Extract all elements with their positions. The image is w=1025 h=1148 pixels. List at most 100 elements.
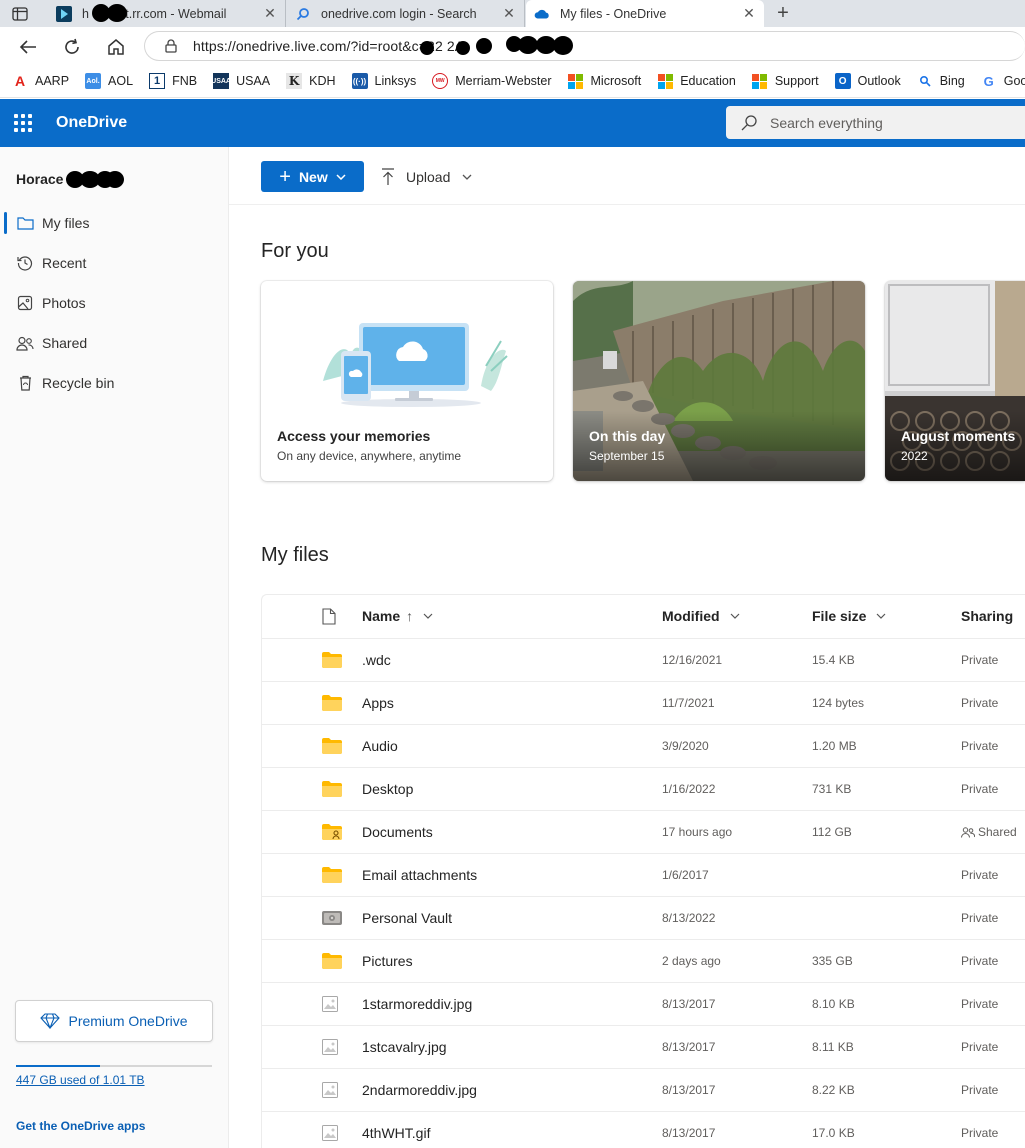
bookmark-aol[interactable]: Aol. AOL	[85, 73, 133, 89]
august-moments-card[interactable]: August moments 2022	[885, 281, 1025, 481]
file-name[interactable]: Pictures	[362, 953, 413, 969]
search-box[interactable]: Search everything	[726, 106, 1025, 139]
card-title: On this day	[589, 428, 666, 444]
file-name[interactable]: Apps	[362, 695, 394, 711]
folder-icon	[322, 652, 342, 668]
table-row[interactable]: 2ndarmoreddiv.jpg 8/13/2017 8.22 KB Private	[262, 1069, 1025, 1112]
bookmark-education[interactable]: Education	[657, 73, 736, 89]
bookmark-label: AARP	[35, 74, 70, 88]
column-header-file-size[interactable]: File size	[812, 608, 886, 624]
upload-button[interactable]: Upload	[381, 161, 472, 192]
storage-used-link[interactable]: 447 GB used of 1.01 TB	[16, 1073, 145, 1087]
files-table: Name ↑ Modified File size Sharing .wdc 12…	[261, 594, 1025, 1148]
onedrive-brand[interactable]: OneDrive	[56, 114, 127, 132]
back-button[interactable]	[17, 36, 39, 58]
table-row[interactable]: Apps 11/7/2021 124 bytes Private	[262, 682, 1025, 725]
close-icon[interactable]: ✕	[263, 5, 277, 22]
memories-card[interactable]: Access your memories On any device, anyw…	[261, 281, 553, 481]
nav-recent[interactable]: Recent	[0, 246, 228, 280]
table-row[interactable]: Desktop 1/16/2022 731 KB Private	[262, 768, 1025, 811]
folder-icon	[322, 695, 342, 711]
sharing-label: Private	[961, 1083, 999, 1097]
file-name[interactable]: Personal Vault	[362, 910, 452, 926]
file-name[interactable]: Email attachments	[362, 867, 477, 883]
refresh-button[interactable]	[61, 36, 83, 58]
file-name[interactable]: Desktop	[362, 781, 413, 797]
bookmark-support[interactable]: Support	[752, 73, 819, 89]
file-modified: 8/13/2017	[662, 1083, 716, 1097]
bookmark-microsoft[interactable]: Microsoft	[568, 73, 641, 89]
table-row[interactable]: .wdc 12/16/2021 15.4 KB Private	[262, 639, 1025, 682]
bookmark-label: Outlook	[857, 74, 901, 88]
tab-actions-icon[interactable]	[10, 4, 30, 24]
home-button[interactable]	[105, 36, 127, 58]
file-modified: 1/16/2022	[662, 782, 716, 796]
tab-webmail[interactable]: h s@hot.rr.com - Webmail ✕	[48, 0, 286, 27]
bookmark-fnb[interactable]: 1 FNB	[149, 73, 197, 89]
url-input[interactable]: https://onedrive.live.com/?id=root&c =22…	[144, 31, 1025, 61]
column-label: Name	[362, 608, 401, 624]
table-row[interactable]: Pictures 2 days ago 335 GB Private	[262, 940, 1025, 983]
table-row[interactable]: Email attachments 1/6/2017 Private	[262, 854, 1025, 897]
table-row[interactable]: 4thWHT.gif 8/13/2017 17.0 KB Private	[262, 1112, 1025, 1148]
card-title: August moments	[901, 428, 1016, 444]
photo-icon	[16, 294, 34, 312]
bookmark-usaa[interactable]: USAA USAA	[211, 73, 270, 89]
file-sharing: Private	[961, 1083, 998, 1097]
card-title: Access your memories	[277, 428, 431, 444]
file-size: 8.11 KB	[812, 1040, 854, 1054]
nav-my-files[interactable]: My files	[0, 206, 228, 240]
get-apps-link[interactable]: Get the OneDrive apps	[16, 1119, 145, 1133]
close-icon[interactable]: ✕	[502, 5, 516, 22]
bookmark-bing[interactable]: Bing	[917, 73, 965, 89]
bookmark-aarp[interactable]: A AARP	[12, 73, 69, 89]
column-header-modified[interactable]: Modified	[662, 608, 740, 624]
table-row[interactable]: 1stcavalry.jpg 8/13/2017 8.11 KB Private	[262, 1026, 1025, 1069]
file-name[interactable]: 1stcavalry.jpg	[362, 1039, 447, 1055]
file-modified: 1/6/2017	[662, 868, 709, 882]
tab-onedrive[interactable]: My files - OneDrive ✕	[526, 0, 764, 27]
file-sharing: Private	[961, 653, 998, 667]
new-tab-button[interactable]: +	[772, 2, 794, 24]
file-name[interactable]: .wdc	[362, 652, 391, 668]
bookmark-outlook[interactable]: O Outlook	[834, 73, 901, 89]
table-row[interactable]: 1starmoreddiv.jpg 8/13/2017 8.10 KB Private	[262, 983, 1025, 1026]
nav-recycle-bin[interactable]: Recycle bin	[0, 366, 228, 400]
file-sharing: Private	[961, 739, 998, 753]
table-row[interactable]: Personal Vault 8/13/2022 Private	[262, 897, 1025, 940]
bookmark-label: Googl	[1003, 74, 1025, 88]
app-launcher-icon[interactable]	[14, 114, 32, 132]
bookmark-kdh[interactable]: K KDH	[286, 73, 336, 89]
sharing-label: Private	[961, 739, 999, 753]
tab-search[interactable]: onedrive.com login - Search ✕	[287, 0, 525, 27]
table-row[interactable]: Audio 3/9/2020 1.20 MB Private	[262, 725, 1025, 768]
table-row[interactable]: Documents 17 hours ago 112 GB Shared	[262, 811, 1025, 854]
people-icon	[16, 334, 34, 352]
folder-icon	[322, 738, 342, 754]
bookmark-merriam-webster[interactable]: MW Merriam-Webster	[432, 73, 552, 89]
file-name[interactable]: 2ndarmoreddiv.jpg	[362, 1082, 477, 1098]
storage-meter-fill	[16, 1065, 101, 1067]
tab-title: My files - OneDrive	[560, 6, 667, 21]
file-name[interactable]: 1starmoreddiv.jpg	[362, 996, 472, 1012]
bookmark-linksys[interactable]: ((·)) Linksys	[351, 73, 416, 89]
folder-icon	[322, 781, 342, 797]
nav-shared[interactable]: Shared	[0, 326, 228, 360]
premium-onedrive-button[interactable]: Premium OneDrive	[15, 1000, 213, 1042]
file-name[interactable]: 4thWHT.gif	[362, 1125, 430, 1141]
column-header-name[interactable]: Name ↑	[362, 608, 433, 624]
home-icon	[108, 39, 124, 55]
column-header-sharing[interactable]: Sharing	[961, 608, 1013, 624]
file-name[interactable]: Documents	[362, 824, 433, 840]
file-type-icon[interactable]	[322, 608, 336, 625]
new-button[interactable]: + New	[261, 161, 364, 192]
redaction-mark	[420, 41, 434, 55]
nav-photos[interactable]: Photos	[0, 286, 228, 320]
file-size: 124 bytes	[812, 696, 865, 710]
file-name[interactable]: Audio	[362, 738, 398, 754]
sharing-label: Private	[961, 1040, 999, 1054]
close-icon[interactable]: ✕	[742, 5, 756, 22]
bookmark-google[interactable]: G Googl	[981, 73, 1025, 89]
column-label: Sharing	[961, 608, 1014, 624]
on-this-day-card[interactable]: On this day September 15	[573, 281, 865, 481]
